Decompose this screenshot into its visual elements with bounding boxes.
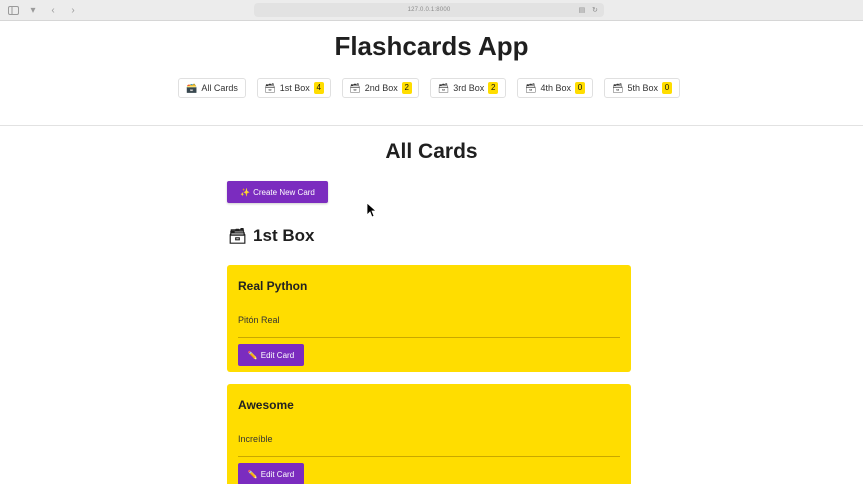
card-divider (238, 337, 620, 338)
back-icon[interactable]: ‹ (46, 3, 60, 17)
nav-3rd-box[interactable]: 🗃 3rd Box 2 (430, 78, 506, 98)
edit-button-label: Edit Card (260, 350, 295, 360)
count-badge: 2 (401, 82, 412, 94)
nav-4th-box[interactable]: 🗃 4th Box 0 (517, 78, 593, 98)
card-box-icon: 🗃 (264, 82, 276, 93)
card-question: Real Python (238, 279, 308, 293)
card-question: Awesome (238, 398, 294, 412)
page-title: All Cards (385, 140, 478, 163)
forward-icon[interactable]: › (66, 3, 80, 17)
card-answer: Increíble (238, 434, 273, 444)
nav-label: 4th Box (540, 83, 571, 93)
box-nav: 🗃️ All Cards 🗃 1st Box 4 🗃 2nd Box 2 🗃 3… (0, 78, 863, 98)
chevron-down-icon[interactable]: ▾ (26, 3, 40, 17)
browser-controls: ▾ ‹ › (6, 3, 80, 17)
flashcard: Real Python Pitón Real ✏️ Edit Card (227, 265, 631, 372)
reload-icon[interactable]: ↻ (590, 4, 600, 16)
pencil-icon: ✏️ (247, 350, 258, 360)
nav-label: 1st Box (279, 83, 310, 93)
nav-label: All Cards (201, 83, 238, 93)
browser-toolbar: ▾ ‹ › 127.0.0.1:8000 ▤ ↻ (0, 0, 863, 21)
nav-label: 5th Box (627, 83, 658, 93)
pencil-icon: ✏️ (247, 469, 258, 479)
card-box-icon: 🗃 (349, 82, 361, 93)
count-badge: 0 (661, 82, 672, 94)
mouse-cursor-icon (366, 202, 376, 218)
box-heading: 🗃 1st Box (228, 226, 314, 246)
app-title: Flashcards App (334, 31, 529, 61)
nav-label: 3rd Box (453, 83, 485, 93)
count-badge: 4 (313, 82, 324, 94)
nav-5th-box[interactable]: 🗃 5th Box 0 (604, 78, 680, 98)
flashcard: Awesome Increíble ✏️ Edit Card (227, 384, 631, 484)
create-button-label: Create New Card (253, 187, 315, 197)
sidebar-icon[interactable] (6, 3, 20, 17)
address-bar[interactable]: 127.0.0.1:8000 ▤ ↻ (254, 3, 604, 17)
count-badge: 0 (574, 82, 585, 94)
edit-card-button[interactable]: ✏️ Edit Card (238, 463, 304, 484)
nav-label: 2nd Box (364, 83, 398, 93)
card-box-icon: 🗃 (437, 82, 450, 93)
nav-all-cards[interactable]: 🗃️ All Cards (178, 78, 246, 98)
card-box-icon: 🗃 (525, 82, 537, 93)
card-answer: Pitón Real (238, 315, 280, 325)
nav-2nd-box[interactable]: 🗃 2nd Box 2 (342, 78, 419, 98)
card-divider (238, 456, 620, 457)
card-box-icon: 🗃 (228, 228, 248, 245)
address-bar-url: 127.0.0.1:8000 (407, 7, 451, 13)
count-badge: 2 (488, 82, 499, 94)
card-file-box-icon: 🗃️ (186, 82, 198, 93)
card-box-icon: 🗃 (612, 82, 624, 93)
sparkles-icon: ✨ (240, 187, 251, 197)
nav-1st-box[interactable]: 🗃 1st Box 4 (257, 78, 331, 98)
create-new-card-button[interactable]: ✨ Create New Card (227, 181, 328, 203)
translate-icon[interactable]: ▤ (577, 4, 587, 16)
box-heading-label: 1st Box (253, 226, 315, 245)
edit-button-label: Edit Card (260, 469, 295, 479)
edit-card-button[interactable]: ✏️ Edit Card (238, 344, 304, 366)
site-header: Flashcards App 🗃️ All Cards 🗃 1st Box 4 … (0, 21, 863, 126)
